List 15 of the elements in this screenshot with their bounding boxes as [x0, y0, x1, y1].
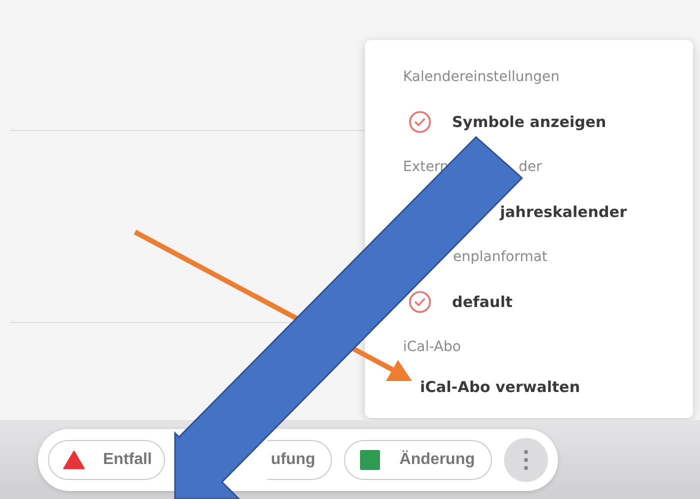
more-options-button[interactable]: [504, 438, 548, 482]
checked-circle-icon[interactable]: [408, 110, 432, 134]
section-heading: Kalendereinstellungen: [403, 69, 560, 85]
legend-filter-button[interactable]: ufung: [266, 440, 332, 480]
legend-filter-button[interactable]: Änderung: [344, 440, 492, 480]
legend-filter-button[interactable]: Entfall: [48, 440, 165, 480]
section-heading: der: [518, 159, 542, 175]
menu-item[interactable]: iCal-Abo verwalten: [420, 375, 580, 399]
more-icon: [522, 448, 529, 470]
menu-item[interactable]: Symbole anzeigen: [408, 110, 606, 134]
menu-item[interactable]: jahreskalender: [500, 200, 627, 224]
checked-circle-icon[interactable]: [408, 290, 432, 314]
section-heading: iCal-Abo: [403, 339, 461, 355]
menu-item[interactable]: default: [408, 290, 513, 314]
section-heading: enplanformat: [453, 249, 548, 265]
